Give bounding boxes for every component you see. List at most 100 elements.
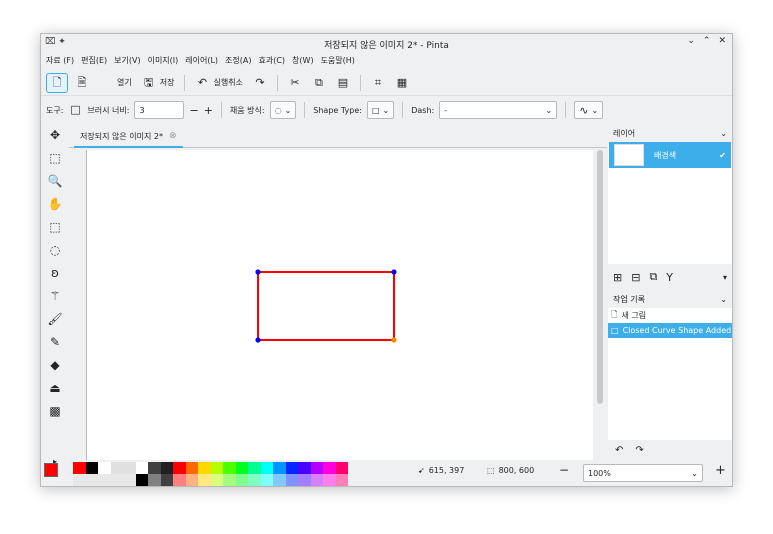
- palette-swatch[interactable]: [210, 474, 223, 486]
- close-button[interactable]: ✕: [718, 36, 726, 46]
- chevron-down-icon[interactable]: ⌄: [720, 129, 727, 138]
- menu-edit[interactable]: 편집(E): [81, 55, 107, 66]
- palette-swatch[interactable]: [235, 474, 248, 486]
- palette-swatch[interactable]: [285, 474, 298, 486]
- shape-control-point[interactable]: [255, 269, 261, 275]
- palette-swatch[interactable]: [85, 474, 98, 486]
- magic-wand-tool[interactable]: ⚚: [44, 285, 66, 307]
- palette-swatch[interactable]: [173, 462, 186, 474]
- antialiasing-dropdown[interactable]: ∿ ⌄: [574, 101, 604, 119]
- menu-window[interactable]: 창(W): [292, 55, 314, 66]
- palette-swatch[interactable]: [160, 462, 173, 474]
- open-button[interactable]: 열기: [96, 73, 135, 93]
- undo-icon[interactable]: ↶: [615, 445, 623, 456]
- palette-swatch[interactable]: [223, 462, 236, 474]
- palette-swatch[interactable]: [110, 462, 123, 474]
- menu-effects[interactable]: 효과(C): [258, 55, 285, 66]
- gradient-tool[interactable]: ▩: [44, 400, 66, 422]
- add-layer-icon[interactable]: ⊞: [613, 271, 622, 284]
- palette-swatch[interactable]: [160, 474, 173, 486]
- palette-swatch[interactable]: [285, 462, 298, 474]
- save-button[interactable]: 🖫 저장: [139, 73, 178, 93]
- minimize-button[interactable]: ⌄: [687, 36, 695, 46]
- chevron-down-icon[interactable]: ⌄: [691, 469, 698, 478]
- palette-swatch[interactable]: [98, 474, 111, 486]
- chevron-down-icon[interactable]: ⌄: [546, 106, 553, 115]
- palette-swatch[interactable]: [185, 462, 198, 474]
- zoom-tool[interactable]: 🔍: [44, 170, 66, 192]
- document-tab[interactable]: 저장되지 않은 이미지 2* ⊗: [74, 126, 183, 148]
- vertical-scrollbar[interactable]: [597, 150, 603, 404]
- palette-swatch[interactable]: [273, 474, 286, 486]
- ellipse-select-tool[interactable]: ◌: [44, 239, 66, 261]
- palette-swatch[interactable]: [85, 462, 98, 474]
- history-item[interactable]: 🗋 새 그림: [608, 308, 732, 323]
- palette-swatch[interactable]: [323, 462, 336, 474]
- brush-width-input[interactable]: 3: [134, 101, 185, 119]
- zoom-in-button[interactable]: +: [715, 463, 726, 478]
- palette-swatch[interactable]: [298, 462, 311, 474]
- new-screenshot-button[interactable]: 🗎: [72, 73, 92, 93]
- eraser-tool[interactable]: ◆: [44, 354, 66, 376]
- palette-swatch[interactable]: [235, 462, 248, 474]
- palette-swatch[interactable]: [198, 462, 211, 474]
- palette-swatch[interactable]: [98, 462, 111, 474]
- palette-swatch[interactable]: [123, 474, 136, 486]
- shape-control-point[interactable]: [391, 269, 397, 275]
- palette-swatch[interactable]: [198, 474, 211, 486]
- paintbrush-tool[interactable]: 🖌: [44, 308, 66, 330]
- palette-swatch[interactable]: [73, 462, 86, 474]
- lasso-select-tool[interactable]: ʚ: [44, 262, 66, 284]
- palette-swatch[interactable]: [248, 474, 261, 486]
- menu-layers[interactable]: 레이어(L): [185, 55, 218, 66]
- menu-image[interactable]: 이미지(I): [148, 55, 179, 66]
- palette-swatch[interactable]: [210, 462, 223, 474]
- palette-swatch[interactable]: [148, 474, 161, 486]
- image-canvas[interactable]: [86, 150, 593, 460]
- layer-menu-icon[interactable]: ▾: [723, 273, 727, 282]
- palette-swatch[interactable]: [335, 474, 348, 486]
- dash-pattern-input[interactable]: - ⌄: [439, 101, 558, 119]
- layer-visible-checkmark-icon[interactable]: ✔: [719, 151, 726, 160]
- menu-help[interactable]: 도움말(H): [321, 55, 355, 66]
- palette-swatch[interactable]: [298, 474, 311, 486]
- menu-file[interactable]: 자료 (F): [46, 55, 74, 66]
- palette-swatch[interactable]: [135, 462, 148, 474]
- palette-swatch[interactable]: [335, 462, 348, 474]
- palette-swatch[interactable]: [248, 462, 261, 474]
- chevron-down-icon[interactable]: ⌄: [720, 295, 727, 304]
- rectangle-select-tool[interactable]: ⬚: [44, 216, 66, 238]
- pan-tool[interactable]: ✋: [44, 193, 66, 215]
- layers-header[interactable]: 레이어 ⌄: [607, 124, 733, 142]
- palette-swatch[interactable]: [323, 474, 336, 486]
- shape-control-point[interactable]: [255, 337, 261, 343]
- duplicate-layer-icon[interactable]: ⧉: [649, 270, 657, 284]
- redo-icon[interactable]: ↷: [635, 445, 643, 456]
- cut-button[interactable]: ✂: [285, 73, 305, 93]
- brush-width-increase-button[interactable]: +: [204, 104, 213, 117]
- menu-adjustments[interactable]: 조정(A): [225, 55, 251, 66]
- palette-swatch[interactable]: [73, 474, 86, 486]
- palette-swatch[interactable]: [123, 462, 136, 474]
- move-selected-tool[interactable]: ✥: [44, 124, 66, 146]
- zoom-combo[interactable]: 100% ⌄: [583, 464, 703, 482]
- merge-layer-icon[interactable]: Y: [666, 271, 673, 284]
- shape-type-dropdown[interactable]: □ ⌄: [366, 101, 395, 119]
- palette-swatch[interactable]: [110, 474, 123, 486]
- redo-button[interactable]: ↷: [250, 73, 270, 93]
- history-item-selected[interactable]: □ Closed Curve Shape Added: [608, 323, 732, 338]
- pencil-tool[interactable]: ✎: [44, 331, 66, 353]
- palette-swatch[interactable]: [148, 462, 161, 474]
- paint-bucket-tool[interactable]: ⏏: [44, 377, 66, 399]
- palette-swatch[interactable]: [310, 462, 323, 474]
- palette-swatch[interactable]: [260, 462, 273, 474]
- fill-style-dropdown[interactable]: ◌ ⌄: [269, 101, 297, 119]
- move-selection-tool[interactable]: ⬚: [44, 147, 66, 169]
- palette-swatch[interactable]: [273, 462, 286, 474]
- primary-color-swatch[interactable]: [44, 463, 58, 477]
- layer-row[interactable]: 배경색 ✔: [609, 142, 731, 168]
- undo-button[interactable]: ↶ 실행취소: [192, 73, 245, 93]
- palette-swatch[interactable]: [260, 474, 273, 486]
- deselect-button[interactable]: ▦: [392, 73, 412, 93]
- zoom-out-button[interactable]: −: [559, 463, 569, 477]
